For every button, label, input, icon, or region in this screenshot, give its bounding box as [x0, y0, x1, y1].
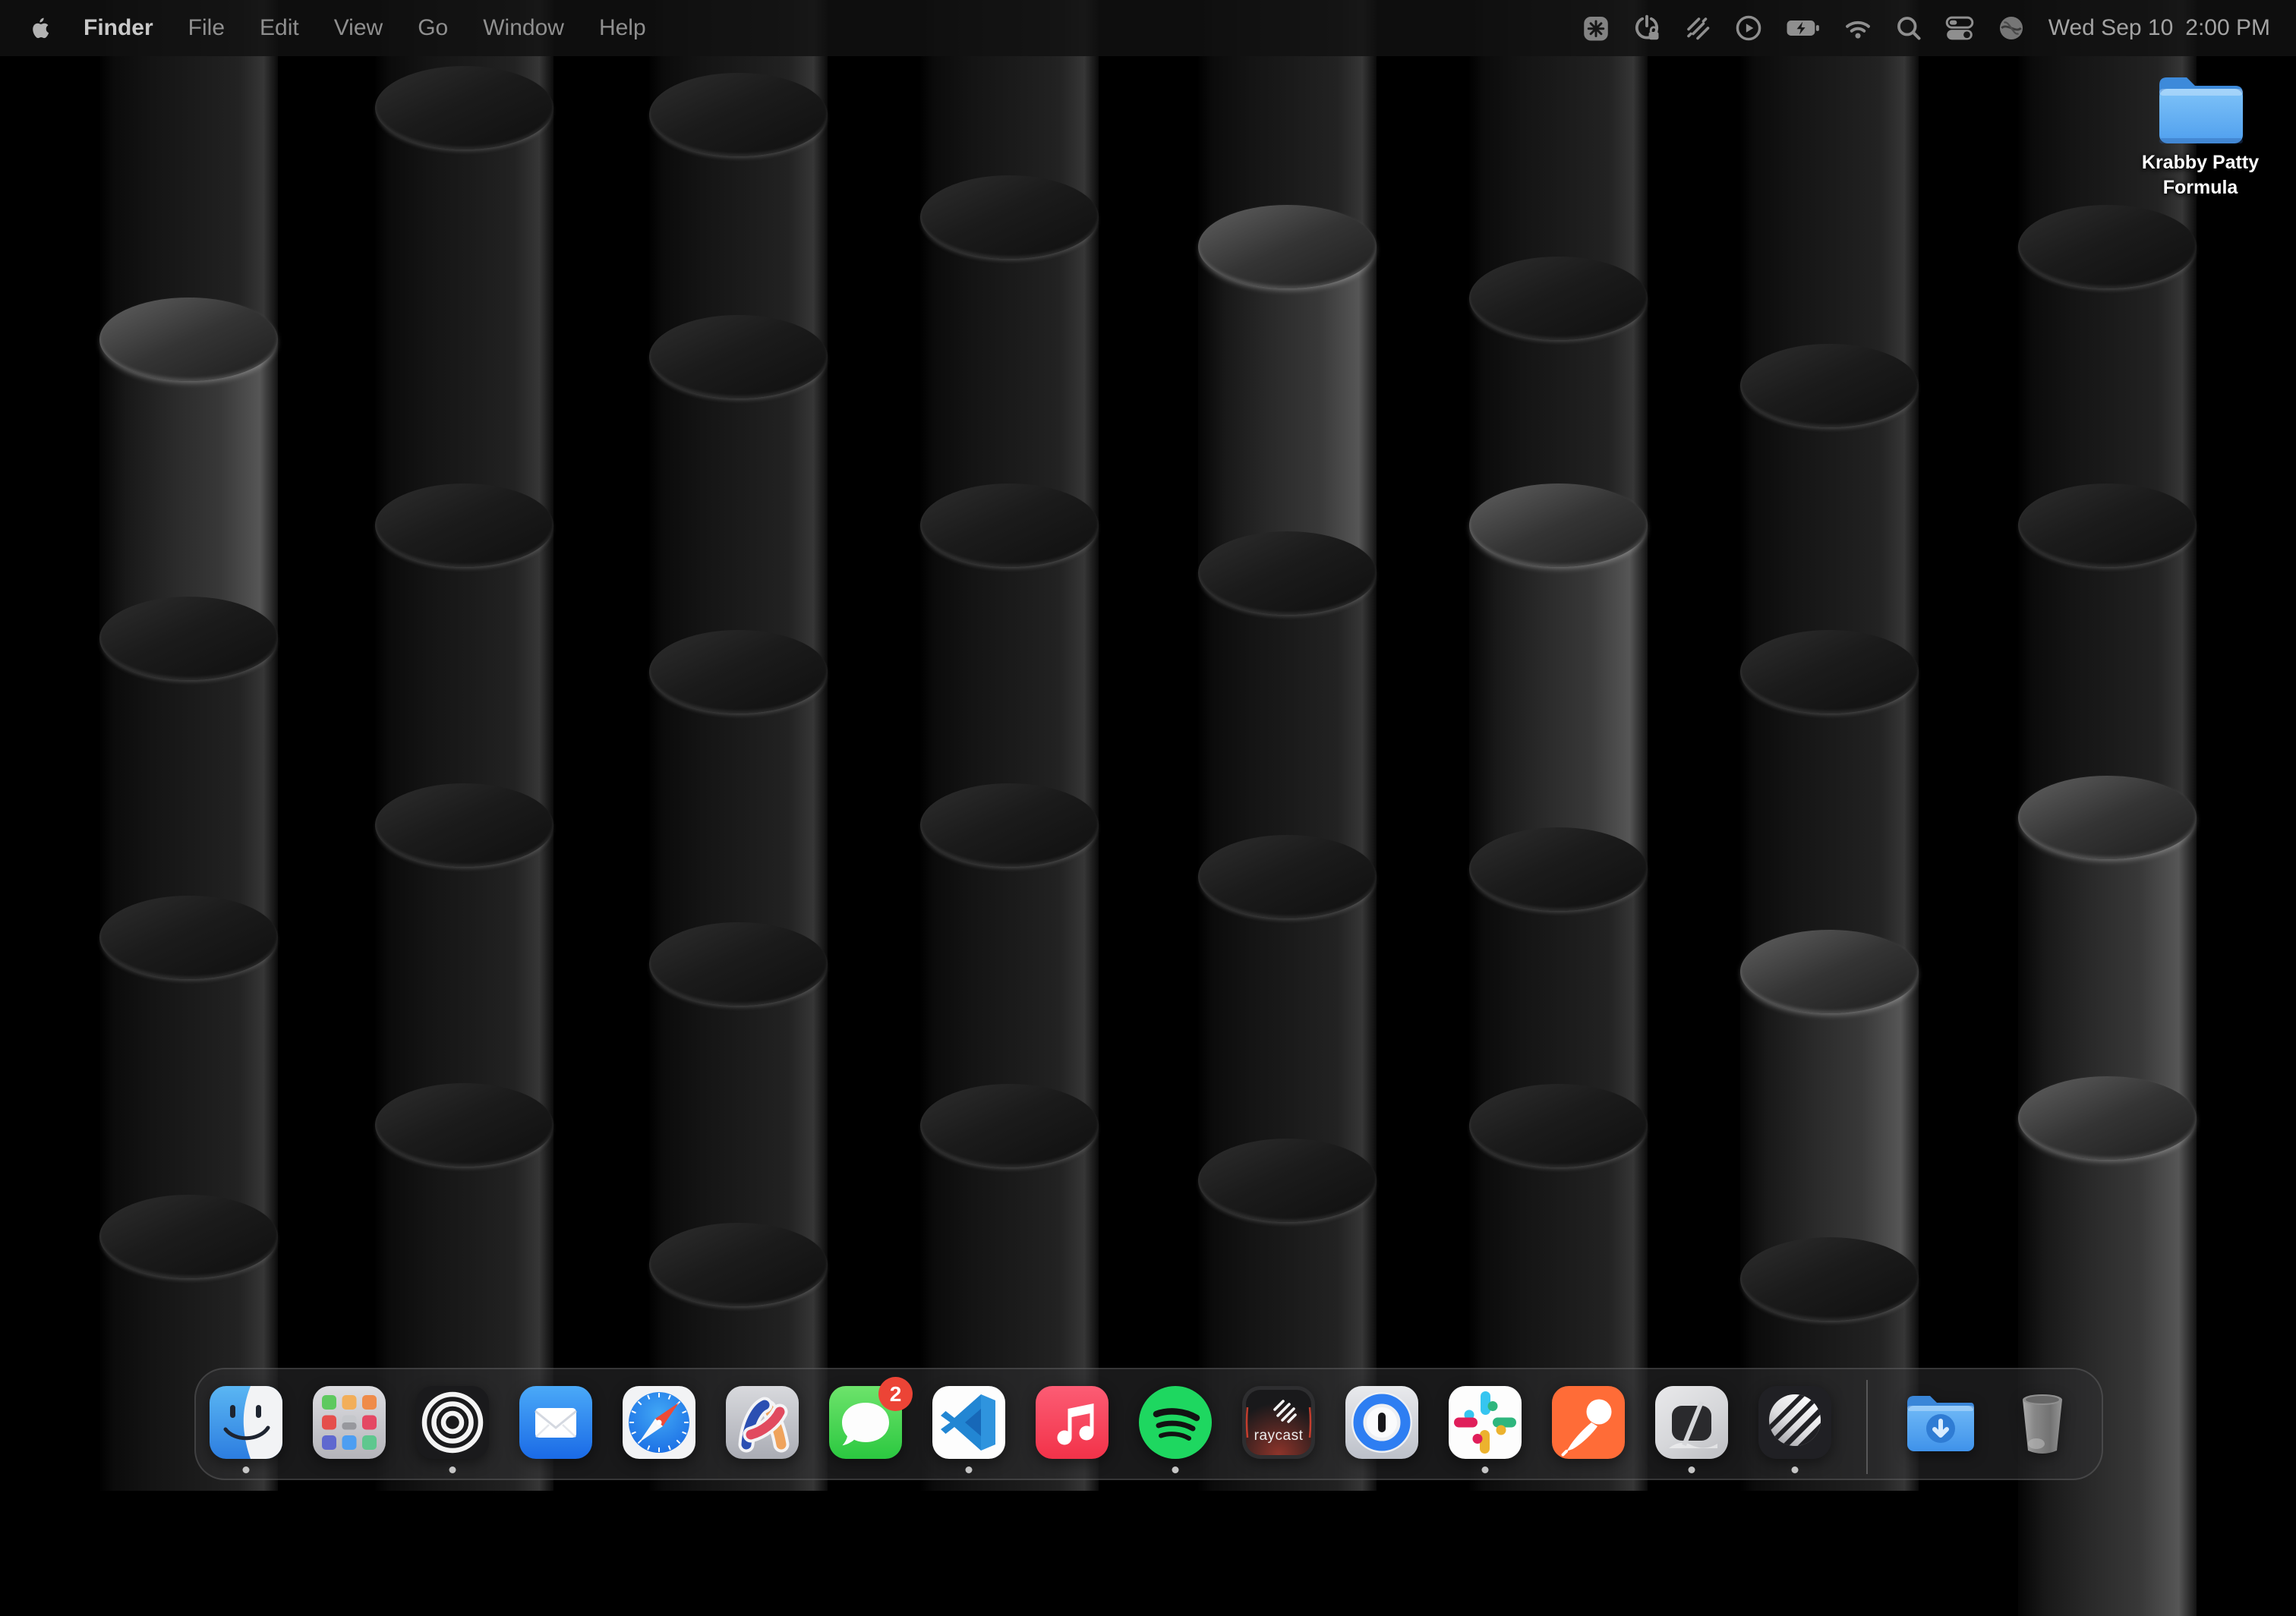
safari-icon [621, 1384, 697, 1460]
dock-item-safari[interactable] [621, 1384, 697, 1460]
wallpaper-cylinder-column [920, 0, 1099, 1491]
dock-item-slashed-square-app[interactable] [1654, 1384, 1730, 1460]
dock-item-postman[interactable] [1550, 1384, 1626, 1460]
arc-icon [724, 1384, 800, 1460]
menu-edit[interactable]: Edit [260, 15, 299, 41]
raycast-icon [1241, 1384, 1317, 1460]
menubar-date: Wed Sep 10 [2048, 15, 2174, 41]
menu-bar-status: Wed Sep 10 2:00 PM [1582, 12, 2270, 44]
menu-siri-icon[interactable] [1997, 12, 2026, 44]
slashed-square-app-icon [1654, 1384, 1730, 1460]
desktop-folder-krabby-patty-formula[interactable]: Krabby Patty Formula [2140, 68, 2261, 200]
dock-item-slack[interactable] [1447, 1384, 1523, 1460]
postman-icon [1550, 1384, 1626, 1460]
dock: 2 raycast [194, 1368, 2103, 1480]
running-indicator [1792, 1466, 1799, 1473]
dock-item-vscode[interactable] [931, 1384, 1007, 1460]
wallpaper-cylinder-column [1740, 0, 1919, 1491]
onepassword-icon [1344, 1384, 1420, 1460]
raycast-wordmark: raycast [1241, 1428, 1317, 1444]
menubar-time: 2:00 PM [2185, 15, 2270, 41]
folder-icon [2152, 68, 2249, 149]
running-indicator [449, 1466, 456, 1473]
wallpaper-cylinder-column [649, 0, 828, 1491]
menu-raycast-icon[interactable] [1684, 12, 1711, 44]
running-indicator [1172, 1466, 1179, 1473]
wallpaper-cylinder-column [375, 0, 554, 1491]
dock-item-downloads[interactable] [1901, 1384, 1977, 1460]
dock-item-music[interactable] [1034, 1384, 1110, 1460]
running-indicator [1482, 1466, 1489, 1473]
dock-item-spotify[interactable] [1137, 1384, 1213, 1460]
menu-bar: Finder File Edit View Go Window Help Wed Sep … [0, 0, 2296, 56]
apple-menu[interactable] [29, 15, 52, 41]
mail-icon [518, 1384, 594, 1460]
running-indicator [966, 1466, 973, 1473]
wallpaper [0, 0, 2296, 1491]
dock-item-launchpad[interactable] [311, 1384, 387, 1460]
music-icon [1034, 1384, 1110, 1460]
dock-divider [1866, 1380, 1868, 1474]
menu-view[interactable]: View [334, 15, 383, 41]
menu-file[interactable]: File [188, 15, 225, 41]
desktop-folder-label: Krabby Patty Formula [2140, 150, 2261, 200]
wallpaper-cylinder-column [2018, 0, 2197, 1491]
menu-wifi-icon[interactable] [1843, 12, 1872, 44]
menu-bar-left: Finder File Edit View Go Window Help [29, 15, 646, 41]
running-indicator [243, 1466, 250, 1473]
dock-item-messages[interactable]: 2 [828, 1384, 904, 1460]
slack-icon [1447, 1384, 1523, 1460]
menu-app-name[interactable]: Finder [84, 15, 153, 41]
dock-item-arc[interactable] [724, 1384, 800, 1460]
wallpaper-cylinder-column [1198, 0, 1377, 1491]
menubar-clock[interactable]: Wed Sep 10 2:00 PM [2048, 15, 2270, 41]
menu-burst-icon[interactable] [1582, 12, 1610, 44]
dock-item-onepassword[interactable] [1344, 1384, 1420, 1460]
finder-icon [208, 1384, 284, 1460]
linear-icon [1757, 1384, 1833, 1460]
trash-icon [2004, 1384, 2080, 1460]
dock-item-raycast[interactable]: raycast [1241, 1384, 1317, 1460]
wallpaper-cylinder-column [99, 0, 278, 1491]
menu-battery-charging-icon[interactable] [1786, 12, 1821, 44]
menu-window[interactable]: Window [483, 15, 564, 41]
dock-item-concentric-circles-app[interactable] [415, 1384, 490, 1460]
notification-badge: 2 [878, 1377, 913, 1411]
launchpad-icon [311, 1384, 387, 1460]
menu-spotlight-icon[interactable] [1895, 12, 1922, 44]
running-indicator [1689, 1466, 1695, 1473]
downloads-icon [1901, 1384, 1977, 1460]
menu-control-center-icon[interactable] [1945, 12, 1974, 44]
menu-help[interactable]: Help [599, 15, 646, 41]
menu-now-playing-icon[interactable] [1734, 12, 1763, 44]
dock-item-mail[interactable] [518, 1384, 594, 1460]
menu-power-lock-icon[interactable] [1632, 12, 1661, 44]
dock-item-trash[interactable] [2004, 1384, 2080, 1460]
spotify-icon [1137, 1384, 1213, 1460]
apple-icon [29, 15, 52, 41]
wallpaper-cylinder-column [1469, 0, 1648, 1491]
dock-item-linear[interactable] [1757, 1384, 1833, 1460]
vscode-icon [931, 1384, 1007, 1460]
concentric-circles-app-icon [415, 1384, 490, 1460]
menu-go[interactable]: Go [418, 15, 448, 41]
dock-item-finder[interactable] [208, 1384, 284, 1460]
